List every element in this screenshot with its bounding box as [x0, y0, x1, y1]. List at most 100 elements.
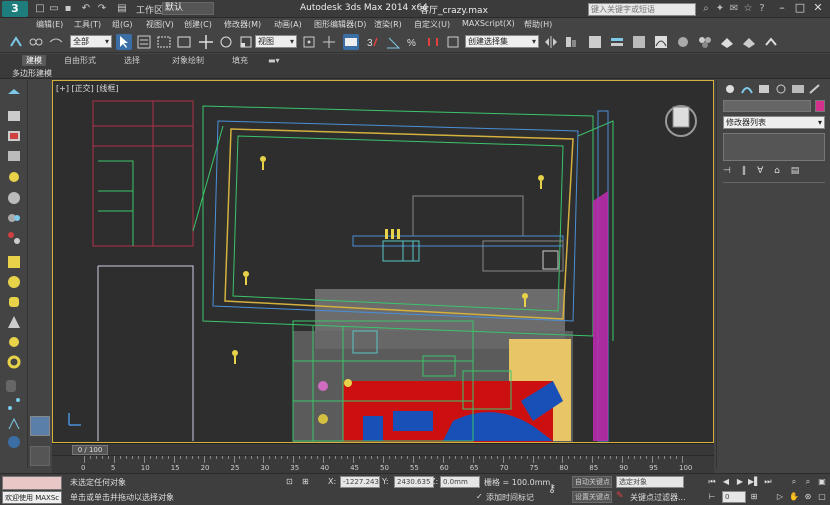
go-to-end-icon[interactable]: ⏭	[762, 476, 774, 488]
mirror-icon[interactable]	[543, 34, 559, 50]
select-by-name-icon[interactable]	[136, 34, 152, 50]
selection-filter-dropdown[interactable]: 全部	[70, 35, 112, 48]
project-folder-icon[interactable]: ▤	[116, 3, 128, 15]
close-button[interactable]: ✕	[810, 1, 826, 15]
menu-edit[interactable]: 编辑(E)	[36, 19, 63, 30]
next-frame-icon[interactable]: ▶▌	[748, 476, 760, 488]
communication-icon[interactable]: ✉	[728, 3, 740, 14]
modifier-stack[interactable]	[723, 133, 825, 161]
select-object-icon[interactable]	[116, 34, 132, 50]
torus-primitive-icon[interactable]	[6, 354, 22, 370]
track-bar[interactable]: 0 5 10 15 20 25 30 35 40 45 50 55 60 65 70 75 80 85 90 95 10…	[52, 455, 714, 473]
pan-view-icon[interactable]: ✋	[788, 491, 800, 503]
save-file-icon[interactable]: ▪	[62, 3, 74, 15]
z-coordinate-field[interactable]: 0.0mm	[440, 476, 480, 488]
new-file-icon[interactable]: □	[34, 3, 46, 15]
zoom-extents-icon[interactable]: ▣	[816, 476, 828, 488]
sphere-primitive-icon[interactable]	[6, 274, 22, 290]
container-explorer-icon[interactable]	[6, 86, 22, 102]
search-input[interactable]	[588, 3, 696, 16]
helper-icon[interactable]	[6, 210, 22, 226]
time-config-icon[interactable]: ⊞	[748, 491, 760, 503]
select-and-link-icon[interactable]	[8, 34, 24, 50]
maxscript-listener[interactable]	[2, 476, 62, 490]
reference-coordinate-dropdown[interactable]: 视图	[255, 35, 297, 48]
move-icon[interactable]	[198, 34, 214, 50]
window-crossing-icon[interactable]	[176, 34, 192, 50]
time-slider-handle[interactable]: 0 / 100	[72, 445, 108, 455]
angle-snap-icon[interactable]	[385, 34, 401, 50]
favorites-icon[interactable]: ☆	[742, 3, 754, 14]
field-of-view-icon[interactable]: ▷	[774, 491, 786, 503]
percent-snap-icon[interactable]: %	[405, 34, 421, 50]
graphite-modeling-tools-icon[interactable]	[631, 34, 647, 50]
edit-named-selection-icon[interactable]	[445, 34, 461, 50]
y-coordinate-field[interactable]: 2430.635	[394, 476, 434, 488]
tab-selection[interactable]: 选择	[120, 55, 144, 66]
key-filters-button[interactable]: 关键点过滤器...	[630, 492, 686, 503]
particle-icon[interactable]	[6, 230, 22, 246]
cylinder-primitive-icon[interactable]	[6, 294, 22, 310]
scene-explorer-icon[interactable]	[587, 34, 603, 50]
menu-graph-editors[interactable]: 图形编辑器(D)	[314, 19, 366, 30]
configure-modifier-sets-icon[interactable]: ▤	[791, 166, 800, 176]
object-name-field[interactable]	[723, 100, 811, 112]
rotate-icon[interactable]	[218, 34, 234, 50]
menu-animation[interactable]: 动画(A)	[274, 19, 302, 30]
remove-modifier-icon[interactable]: ⌂	[774, 166, 780, 176]
go-to-start-icon[interactable]: ⏮	[706, 476, 718, 488]
key-mode-icon[interactable]: ⊢	[706, 491, 718, 503]
curve-editor-icon[interactable]	[653, 34, 669, 50]
rendered-frame-window-icon[interactable]	[741, 34, 757, 50]
workspace-dropdown[interactable]: 默认	[162, 2, 214, 15]
auto-key-button[interactable]: 自动关键点	[572, 476, 612, 488]
time-tag-icon[interactable]: ✓	[476, 492, 484, 502]
menu-customize[interactable]: 自定义(U)	[414, 19, 450, 30]
help-icon[interactable]: ?	[756, 3, 768, 14]
select-and-manipulate-icon[interactable]	[321, 34, 337, 50]
tab-freeform[interactable]: 自由形式	[60, 55, 100, 66]
scale-icon[interactable]	[238, 34, 254, 50]
layer-manager-icon[interactable]	[609, 34, 625, 50]
create-panel-icon[interactable]	[722, 83, 738, 95]
box-primitive-icon[interactable]	[6, 254, 22, 270]
object-color-swatch[interactable]	[815, 100, 825, 112]
tab-object-paint[interactable]: 对象绘制	[168, 55, 208, 66]
hide-panel-icon[interactable]	[6, 128, 22, 144]
orbit-icon[interactable]: ⊛	[802, 491, 814, 503]
lock-icon[interactable]: ⊡	[286, 477, 294, 487]
set-key-mode-icon[interactable]: ⚷	[548, 482, 566, 495]
keyboard-shortcut-override-icon[interactable]	[343, 34, 359, 50]
set-key-button[interactable]: 设置关键点	[572, 491, 612, 503]
zoom-all-icon[interactable]: ⌕	[802, 476, 814, 488]
spinner-snap-icon[interactable]	[425, 34, 441, 50]
previous-frame-icon[interactable]: ◀	[720, 476, 732, 488]
maximize-viewport-icon[interactable]: ▢	[816, 491, 828, 503]
menu-create[interactable]: 创建(C)	[184, 19, 212, 30]
make-unique-icon[interactable]: ∀	[757, 166, 763, 176]
minimize-button[interactable]: –	[774, 1, 790, 15]
menu-views[interactable]: 视图(V)	[146, 19, 174, 30]
viewport-label[interactable]: [+] [正交] [线框]	[56, 83, 119, 94]
app-menu-button[interactable]: 3	[2, 1, 28, 17]
ribbon-options-icon[interactable]: ▬▾	[264, 55, 284, 66]
open-file-icon[interactable]: ▭	[48, 3, 60, 15]
redo-icon[interactable]: ↷	[96, 3, 108, 15]
render-production-icon[interactable]	[763, 34, 779, 50]
viewport-layout-grid-button[interactable]	[30, 446, 50, 466]
menu-tools[interactable]: 工具(T)	[74, 19, 101, 30]
pivot-center-icon[interactable]	[301, 34, 317, 50]
current-frame-field[interactable]: 0	[722, 491, 746, 503]
maximize-button[interactable]: □	[792, 1, 808, 15]
material-editor-icon[interactable]	[697, 34, 713, 50]
utilities-panel-icon[interactable]	[807, 83, 823, 95]
rectangular-selection-icon[interactable]	[156, 34, 172, 50]
key-filters-icon[interactable]: ✎	[616, 491, 628, 503]
align-icon[interactable]	[563, 34, 579, 50]
x-coordinate-field[interactable]: -1227.243	[340, 476, 380, 488]
snaps-toggle-icon[interactable]: 3	[365, 34, 381, 50]
display-panel-icon[interactable]	[790, 83, 806, 95]
show-end-result-icon[interactable]: ‖	[742, 166, 747, 176]
tab-modeling[interactable]: 建模	[22, 55, 46, 66]
menu-modifiers[interactable]: 修改器(M)	[224, 19, 261, 30]
